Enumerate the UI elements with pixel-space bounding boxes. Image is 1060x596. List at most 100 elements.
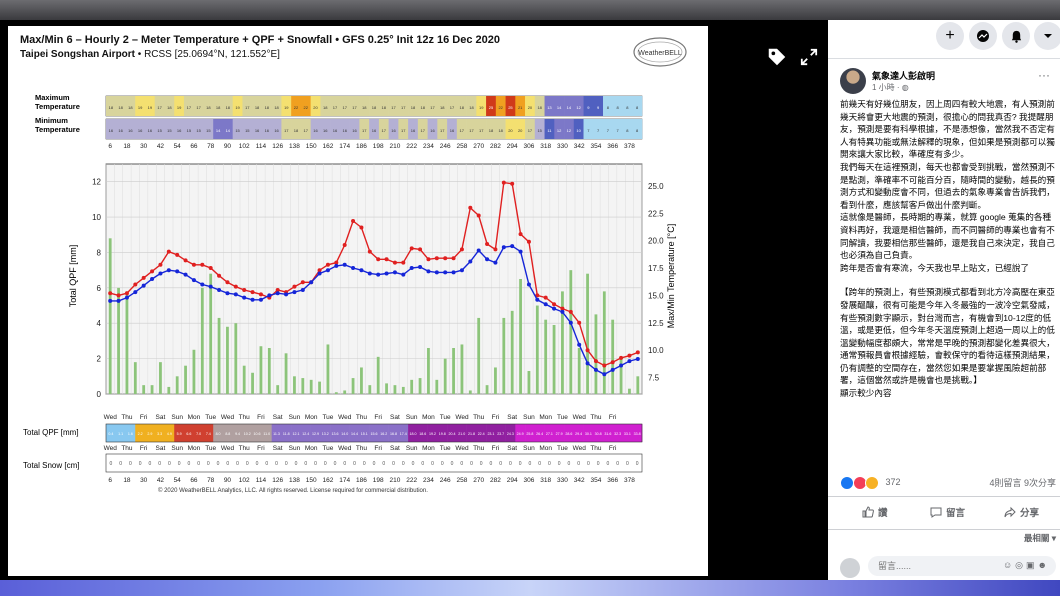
hour-tick-label-top: 6 (108, 143, 112, 150)
comment-tool-icons[interactable]: ☺◎▣☻ (1003, 560, 1050, 571)
max-temp-point (384, 257, 389, 262)
comment-input[interactable] (876, 560, 990, 572)
qpf-bar (435, 379, 439, 394)
comment-icon (930, 507, 942, 518)
weekday-label-2: Sat (390, 445, 400, 452)
max-temp-point (217, 273, 222, 278)
comments-shares-count[interactable]: 4則留言 9次分享 (989, 476, 1056, 489)
min-temp-point (409, 266, 414, 271)
messenger-button[interactable] (969, 22, 997, 50)
snow-cell-value: 0 (597, 461, 600, 467)
account-menu-button[interactable] (1034, 22, 1060, 50)
qpf-bar (159, 362, 162, 394)
post-sidebar: + 氣象達人彭啟明 1 小時 · ◍ ··· 前幾天有好幾位朋友，因上周四有較大… (828, 20, 1060, 580)
tag-icon[interactable] (766, 46, 788, 68)
create-button[interactable]: + (936, 22, 964, 50)
max-temp-cell-value: 18 (459, 105, 464, 110)
weekday-label-2: Wed (338, 445, 352, 452)
qpf-cell-value: 13.6 (332, 432, 339, 436)
qpf-bar (401, 386, 405, 394)
hour-tick-label-bottom: 306 (524, 477, 535, 484)
max-temp-point (493, 247, 498, 252)
qpf-cell-value: 28.6 (565, 432, 572, 436)
max-temp-cell-value: 18 (469, 105, 474, 110)
min-temp-point (342, 262, 347, 267)
snow-cell-value: 0 (538, 461, 541, 467)
bell-icon (1011, 30, 1021, 43)
min-temp-point (518, 249, 523, 254)
min-temp-point (175, 269, 180, 274)
qpf-bar (535, 305, 539, 394)
min-temp-point (568, 320, 573, 325)
qpf-bar (192, 349, 196, 394)
snow-cell-value: 0 (285, 461, 288, 467)
qpf-bar (427, 348, 430, 394)
qpf-cell-value: 8.0 (216, 432, 221, 436)
post-timestamp[interactable]: 1 小時 · ◍ (872, 82, 909, 93)
like-button[interactable]: 讚 (862, 505, 888, 519)
max-temp-point (150, 269, 155, 274)
hour-tick-label-bottom: 330 (557, 477, 568, 484)
min-temp-cell-value: 18 (294, 128, 299, 133)
max-temp-cell-value: 19 (138, 105, 143, 110)
post-actions: 讚 留言 分享 (828, 496, 1060, 530)
weekday-label: Tue (205, 414, 216, 421)
min-temp-point (602, 372, 607, 377)
min-temp-point (309, 280, 314, 285)
author-avatar[interactable] (840, 68, 866, 94)
min-temp-cell-value: 16 (430, 128, 435, 133)
max-temp-cell-value: 25 (489, 105, 494, 110)
qpf-bar (108, 238, 112, 394)
post-paragraph: 我們每天在這裡預測，每天也都會受到挑戰，當然預測不是點測，準確率不可能百分百，隨… (840, 161, 1055, 210)
hour-tick-label-bottom: 162 (323, 477, 334, 484)
wow-reaction-icon (865, 476, 880, 490)
author-name[interactable]: 氣象達人彭啟明 (872, 69, 935, 82)
qpf-bar (602, 291, 606, 394)
max-temp-point (418, 247, 423, 252)
qpf-cell-value: 10.6 (254, 432, 261, 436)
min-temp-cell-value: 15 (245, 128, 250, 133)
hour-tick-label-bottom: 342 (574, 477, 585, 484)
reactions-summary[interactable]: 372 (840, 476, 901, 490)
min-temp-point (225, 291, 230, 296)
max-temp-point (158, 262, 163, 267)
comment-button[interactable]: 留言 (930, 505, 965, 519)
max-temp-cell-value: 22 (294, 105, 299, 110)
share-button[interactable]: 分享 (1004, 505, 1039, 519)
comment-sort-dropdown[interactable]: 最相關 ▾ (1024, 532, 1056, 544)
qpf-bar (334, 392, 338, 394)
snow-cell-value: 0 (129, 461, 132, 467)
show-less-link[interactable]: 顯示較少內容 (840, 387, 1056, 400)
min-temp-point (485, 257, 490, 262)
min-temp-cell-value: 15 (206, 128, 211, 133)
max-temp-point (108, 291, 113, 296)
max-temp-cell-value: 18 (118, 105, 123, 110)
max-temp-cell-value: 18 (411, 105, 416, 110)
more-options-icon[interactable]: ··· (1038, 68, 1050, 82)
min-temp-point (585, 361, 590, 366)
qpf-cell-value: 9.4 (235, 432, 240, 436)
min-temp-point (359, 268, 364, 273)
messenger-icon (977, 30, 989, 42)
min-temp-cell-value: 15 (187, 128, 192, 133)
snow-cell-value: 0 (480, 461, 483, 467)
notifications-button[interactable] (1002, 22, 1030, 50)
snow-cell-value: 0 (373, 461, 376, 467)
max-temp-point (116, 293, 121, 298)
max-temp-cell-value: 18 (537, 105, 542, 110)
qpf-cell-value: 26.4 (536, 432, 543, 436)
weekday-label: Fri (374, 414, 382, 421)
snow-cell-value: 0 (529, 461, 532, 467)
qpf-bar (360, 367, 363, 394)
max-temp-cell-value: 19 (235, 105, 240, 110)
min-temp-point (317, 271, 322, 276)
hour-tick-label-top: 78 (207, 143, 215, 150)
snow-cell-value: 0 (275, 461, 278, 467)
hour-tick-label-bottom: 42 (157, 477, 165, 484)
qpf-cell-value: 23.7 (497, 432, 504, 436)
fullscreen-icon[interactable] (800, 48, 818, 66)
post-paragraph: 跨年是否會有寒流，今天我也早上貼文，已經說了 (840, 262, 1030, 273)
qpf-cell-value: 32.3 (614, 432, 621, 436)
weekday-label-2: Wed (455, 445, 469, 452)
qpf-bar (251, 372, 254, 394)
